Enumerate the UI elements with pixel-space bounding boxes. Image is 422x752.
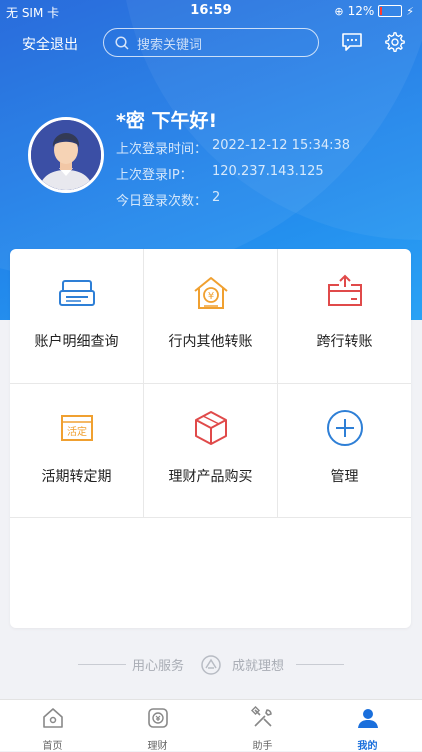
svg-text:活定: 活定: [67, 425, 87, 438]
tab-wealth[interactable]: 理财: [105, 700, 210, 752]
wealth-product-icon: [194, 411, 227, 445]
function-label: 理财产品购买: [168, 469, 253, 485]
last-login-time-label: 上次登录时间：: [116, 142, 208, 157]
top-bar: 安全退出 搜索关键词: [0, 28, 422, 58]
wealth-icon: [147, 708, 168, 728]
current-to-fixed-icon: 活定: [60, 415, 93, 441]
search-icon: [115, 36, 129, 50]
search-input[interactable]: 搜索关键词: [103, 28, 319, 57]
function-current-to-fixed[interactable]: 活定 活期转定期: [10, 384, 143, 518]
tab-assistant[interactable]: 助手: [210, 700, 315, 752]
function-interbank-transfer[interactable]: 跨行转账: [278, 249, 411, 383]
settings-gear-icon[interactable]: [384, 31, 406, 53]
tab-mine[interactable]: 我的: [315, 700, 420, 752]
logout-button[interactable]: 安全退出: [22, 34, 78, 54]
today-login-count-label: 今日登录次数：: [116, 194, 208, 209]
slogan-right: 成就理想: [232, 659, 285, 674]
bank-logo-icon: [201, 655, 221, 675]
bottom-tab-bar: 首页 理财 助手 我的: [0, 699, 422, 752]
user-icon: [357, 709, 378, 728]
function-label: 活期转定期: [41, 469, 112, 485]
slogan: 用心服务 成就理想: [0, 655, 422, 675]
last-login-time-value: 2022-12-12 15:34:38: [212, 138, 351, 153]
function-grid-card: 账户明细查询 ¥ 行内其他转账 跨行转账 活定 活期转定期 理财产品购买 管理: [10, 249, 411, 628]
transfer-house-icon: ¥: [193, 277, 228, 309]
last-login-ip-row: 上次登录IP： 120.237.143.125: [116, 164, 324, 183]
function-label: 账户明细查询: [34, 334, 119, 350]
tab-home[interactable]: 首页: [0, 700, 105, 752]
avatar-person-icon: [31, 120, 101, 190]
orientation-lock-icon: ⊕: [334, 4, 344, 18]
battery-percent: 12%: [347, 4, 375, 18]
add-circle-icon: [326, 410, 363, 446]
tools-icon: [250, 706, 272, 727]
function-label: 跨行转账: [316, 334, 373, 350]
function-wealth-product[interactable]: 理财产品购买: [144, 384, 277, 518]
today-login-count-value: 2: [212, 190, 221, 205]
home-icon: [42, 708, 63, 728]
charging-icon: ⚡: [406, 4, 414, 18]
search-placeholder: 搜索关键词: [137, 38, 203, 53]
function-intrabank-transfer[interactable]: ¥ 行内其他转账: [144, 249, 277, 383]
slogan-left: 用心服务: [132, 659, 185, 674]
message-icon[interactable]: [341, 32, 363, 52]
today-login-count-row: 今日登录次数： 2: [116, 190, 220, 209]
last-login-time-row: 上次登录时间： 2022-12-12 15:34:38: [116, 138, 350, 157]
interbank-transfer-icon: [327, 274, 362, 306]
function-manage[interactable]: 管理: [278, 384, 411, 518]
avatar[interactable]: [28, 117, 104, 193]
function-account-detail[interactable]: 账户明细查询: [10, 249, 143, 383]
account-detail-icon: [58, 280, 95, 306]
last-login-ip-label: 上次登录IP：: [116, 168, 193, 183]
function-label: 行内其他转账: [168, 334, 253, 350]
greeting-text: *密 下午好!: [116, 110, 218, 132]
function-label: 管理: [330, 469, 359, 485]
status-bar: 无 SIM 卡 16:59 ⊕ 12% ⚡: [0, 0, 422, 24]
battery-icon: [378, 5, 403, 17]
svg-text:¥: ¥: [207, 291, 213, 302]
last-login-ip-value: 120.237.143.125: [212, 164, 324, 179]
